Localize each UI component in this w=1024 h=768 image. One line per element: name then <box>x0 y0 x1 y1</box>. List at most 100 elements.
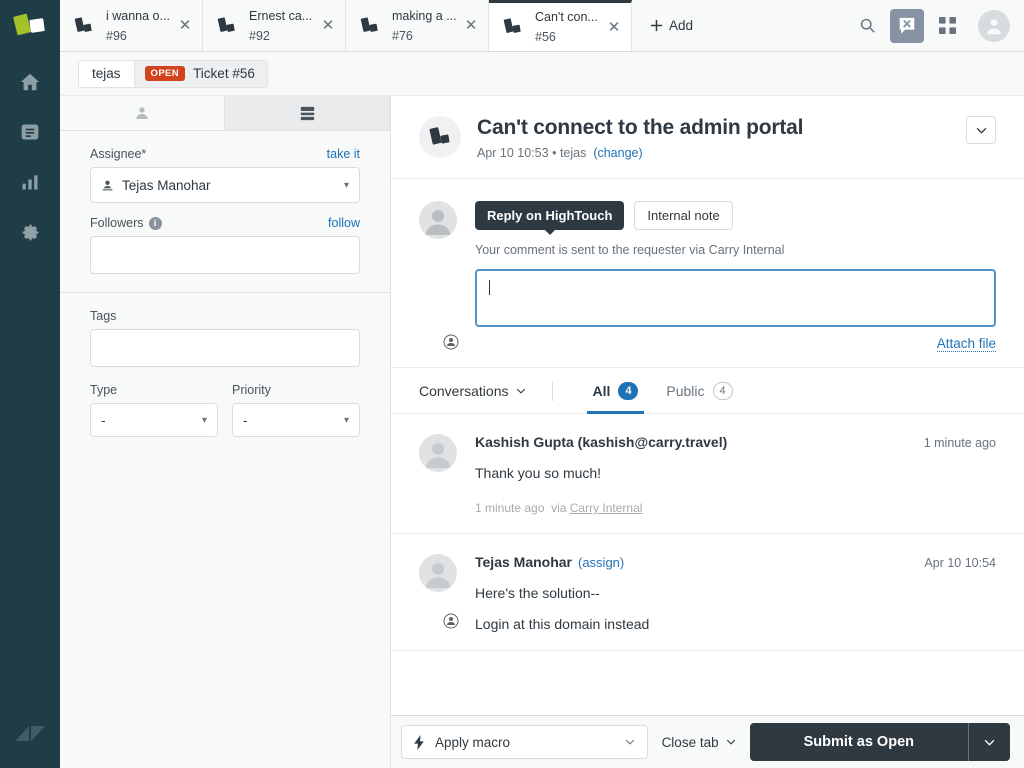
lightning-bolt-icon <box>414 734 424 750</box>
comment-author: Tejas Manohar <box>475 554 572 570</box>
rail-item-views[interactable] <box>0 107 60 157</box>
tags-input[interactable] <box>90 329 360 367</box>
ticket-tab-text: making a ... #76 <box>392 6 462 46</box>
apply-macro-label: Apply macro <box>435 734 511 750</box>
breadcrumb-bar: tejas OPEN Ticket #56 <box>60 52 1024 96</box>
ticket-tab-title: i wanna o... <box>106 8 170 23</box>
ticket-tab-text: Can't con... #56 <box>535 7 605 47</box>
search-icon <box>860 18 875 33</box>
comment-item: Kashish Gupta (kashish@carry.travel) 1 m… <box>391 414 1024 534</box>
rail-item-reporting[interactable] <box>0 157 60 207</box>
assign-link[interactable]: (assign) <box>578 555 624 570</box>
tab-public-comments[interactable]: Public 4 <box>652 368 746 414</box>
tab-public-label: Public <box>666 382 705 399</box>
tab-public-count: 4 <box>712 381 733 400</box>
reply-channel-button[interactable]: Reply on HighTouch <box>475 201 625 235</box>
chat-dismiss-icon <box>899 17 915 34</box>
ticket-cards-icon <box>74 16 96 35</box>
status-badge: OPEN <box>144 66 186 81</box>
channel-switcher: Reply on HighTouch Internal note <box>475 201 996 235</box>
comment-avatar <box>419 554 459 632</box>
followers-label-text: Followers <box>90 216 144 230</box>
search-button[interactable] <box>850 9 884 43</box>
info-icon[interactable]: i <box>148 216 162 230</box>
ticket-cards-icon <box>419 116 461 158</box>
ticket-meta-user: tejas <box>559 146 587 160</box>
follow-link[interactable]: follow <box>328 216 360 230</box>
channel-hint: Your comment is sent to the requester vi… <box>475 243 785 257</box>
avatar[interactable] <box>978 9 1010 42</box>
followers-input[interactable] <box>90 236 360 274</box>
submit-options-button[interactable] <box>968 723 1010 761</box>
internal-note-button[interactable]: Internal note <box>634 201 733 230</box>
properties-tab-bar <box>60 96 390 131</box>
agent-avatar-icon <box>419 201 457 239</box>
main-region: i wanna o... #96 ✕ Ernest ca... #92 ✕ ma… <box>60 0 1024 768</box>
ticket-tab-number: #76 <box>392 28 413 43</box>
assignee-select[interactable]: Tejas Manohar ▾ <box>90 167 360 203</box>
attach-file-row: Attach file <box>475 335 996 353</box>
global-actions <box>850 0 1024 51</box>
close-icon[interactable]: ✕ <box>319 18 337 33</box>
assignee-value: Tejas Manohar <box>122 177 211 193</box>
close-icon[interactable]: ✕ <box>462 18 480 33</box>
comment-footer-channel[interactable]: Carry Internal <box>570 501 643 515</box>
composer-avatar <box>419 201 459 353</box>
zendesk-cards-logo-icon <box>13 12 47 43</box>
tab-customer-context[interactable] <box>60 96 225 130</box>
add-tab-button[interactable]: Add <box>632 0 711 51</box>
breadcrumb-ticket-label: Ticket #56 <box>193 66 255 81</box>
user-avatar-icon <box>419 434 457 472</box>
tags-label-row: Tags <box>90 309 360 323</box>
text-cursor <box>489 280 490 295</box>
divider <box>551 380 553 401</box>
change-requester-link[interactable]: (change) <box>593 146 642 160</box>
assignee-section: Assignee* take it Tejas Manohar ▾ Follow… <box>60 131 390 293</box>
reply-input[interactable] <box>475 269 996 327</box>
ticket-tab-1[interactable]: Ernest ca... #92 ✕ <box>203 0 346 51</box>
comment-content: Tejas Manohar (assign) Apr 10 10:54 Here… <box>475 554 996 632</box>
submit-button[interactable]: Submit as Open <box>749 723 968 761</box>
chevron-down-icon <box>516 388 525 394</box>
close-icon[interactable]: ✕ <box>176 18 194 33</box>
chevron-down-icon <box>625 739 634 745</box>
conversations-dropdown-label: Conversations <box>419 382 509 399</box>
ticket-tab-3-active[interactable]: Can't con... #56 ✕ <box>489 0 632 51</box>
chevron-down-icon: ▾ <box>201 414 207 426</box>
priority-select[interactable]: - ▾ <box>232 403 360 437</box>
ticket-header: Can't connect to the admin portal Apr 10… <box>391 96 1024 179</box>
workspace-body: Assignee* take it Tejas Manohar ▾ Follow… <box>60 96 1024 768</box>
ticket-options-button[interactable] <box>966 116 996 144</box>
assignee-value-wrap: Tejas Manohar <box>101 178 344 193</box>
global-nav-rail <box>0 0 60 768</box>
rail-item-admin[interactable] <box>0 207 60 257</box>
breadcrumb-user[interactable]: tejas <box>79 60 134 87</box>
apply-macro-select[interactable]: Apply macro <box>401 725 648 759</box>
chat-status-button[interactable] <box>890 8 924 43</box>
ticket-properties-panel: Assignee* take it Tejas Manohar ▾ Follow… <box>60 96 391 768</box>
tab-all-comments[interactable]: All 4 <box>579 368 653 414</box>
priority-label: Priority <box>232 383 271 397</box>
ticket-tab-0[interactable]: i wanna o... #96 ✕ <box>60 0 203 51</box>
ticket-tab-2[interactable]: making a ... #76 ✕ <box>346 0 489 51</box>
type-select[interactable]: - ▾ <box>90 403 218 437</box>
priority-value: - <box>243 412 248 428</box>
close-tab-button[interactable]: Close tab <box>662 735 736 750</box>
products-button[interactable] <box>930 9 964 43</box>
ticket-tab-number: #96 <box>106 28 127 43</box>
comment-body-line: Here's the solution-- <box>475 585 600 601</box>
ticket-tab-strip: i wanna o... #96 ✕ Ernest ca... #92 ✕ ma… <box>60 0 1024 52</box>
take-it-link[interactable]: take it <box>327 147 360 161</box>
priority-label-row: Priority <box>232 383 360 397</box>
ticket-meta-sep: • <box>552 146 557 160</box>
attach-file-link[interactable]: Attach file <box>936 336 996 352</box>
comment-footer-time: 1 minute ago <box>475 501 545 515</box>
rail-item-home[interactable] <box>0 57 60 107</box>
conversations-dropdown[interactable]: Conversations <box>419 383 526 399</box>
ticket-tab-number: #56 <box>535 30 556 44</box>
ticket-tab-title: Can't con... <box>535 10 598 24</box>
tab-apps[interactable] <box>225 96 390 130</box>
chevron-down-icon: ▾ <box>343 414 349 426</box>
close-icon[interactable]: ✕ <box>605 20 623 35</box>
ticket-pane: Can't connect to the admin portal Apr 10… <box>391 96 1024 768</box>
